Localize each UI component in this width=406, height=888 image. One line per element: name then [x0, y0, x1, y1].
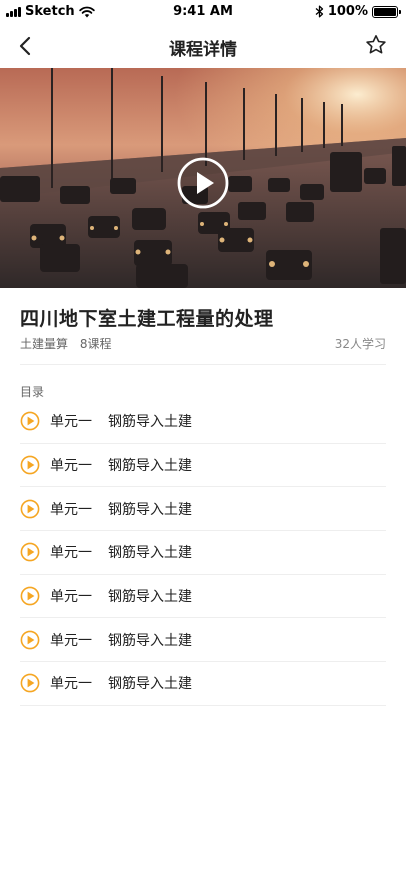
- toc-item[interactable]: 单元一 钢筋导入土建: [20, 400, 386, 444]
- toc-item-name: 钢筋导入土建: [108, 545, 192, 562]
- toc-item[interactable]: 单元一 钢筋导入土建: [20, 531, 386, 575]
- bluetooth-icon: [315, 5, 323, 18]
- toc-item[interactable]: 单元一 钢筋导入土建: [20, 662, 386, 706]
- toc-item[interactable]: 单元一 钢筋导入土建: [20, 618, 386, 663]
- video-player[interactable]: [0, 68, 406, 288]
- course-learners: 32人学习: [334, 337, 386, 351]
- toc-item[interactable]: 单元一 钢筋导入土建: [20, 444, 386, 488]
- course-category: 土建量算: [20, 337, 69, 351]
- battery-level: [374, 7, 396, 16]
- status-right: 100%: [315, 4, 401, 19]
- toc-item-unit: 单元一: [50, 545, 92, 562]
- page-title: 课程详情: [169, 40, 237, 60]
- toc-item-name: 钢筋导入土建: [108, 632, 192, 649]
- play-icon[interactable]: [176, 156, 230, 210]
- toc-item-unit: 单元一: [50, 632, 92, 649]
- course-lesson-count: 8课程: [79, 337, 112, 351]
- toc-item-name: 钢筋导入土建: [108, 589, 192, 606]
- toc-item-unit: 单元一: [50, 501, 92, 518]
- toc-item-unit: 单元一: [50, 414, 92, 431]
- toc-list: 单元一 钢筋导入土建 单元一 钢筋导入土建 单元一 钢筋导入土建 单元一 钢筋导…: [20, 400, 386, 706]
- course-title: 四川地下室土建工程量的处理: [20, 308, 274, 330]
- toc-item-name: 钢筋导入土建: [108, 458, 192, 475]
- star-outline-icon[interactable]: [364, 33, 388, 57]
- toc-item-unit: 单元一: [50, 589, 92, 606]
- course-meta: 土建量算 8课程 32人学习: [20, 335, 386, 353]
- battery-icon: [372, 5, 401, 18]
- play-circle-icon: [20, 455, 40, 475]
- nav-bar: 课程详情: [0, 24, 406, 68]
- play-circle-icon: [20, 499, 40, 519]
- toc-item[interactable]: 单元一 钢筋导入土建: [20, 487, 386, 532]
- toc-item-name: 钢筋导入土建: [108, 501, 192, 518]
- toc-item-unit: 单元一: [50, 676, 92, 693]
- play-circle-icon: [20, 674, 40, 693]
- toc-item[interactable]: 单元一 钢筋导入土建: [20, 575, 386, 619]
- toc-item-name: 钢筋导入土建: [108, 676, 192, 693]
- toc-label: 目录: [20, 385, 45, 399]
- play-circle-icon: [20, 543, 40, 562]
- divider: [20, 364, 386, 365]
- toc-item-unit: 单元一: [50, 458, 92, 475]
- play-circle-icon: [20, 630, 40, 650]
- play-circle-icon: [20, 411, 40, 431]
- play-circle-icon: [20, 586, 40, 606]
- status-bar: Sketch 9:41 AM 100%: [0, 0, 406, 24]
- course-meta-left: 土建量算 8课程: [20, 335, 386, 352]
- toc-item-name: 钢筋导入土建: [108, 414, 192, 431]
- battery-percent: 100%: [327, 4, 368, 19]
